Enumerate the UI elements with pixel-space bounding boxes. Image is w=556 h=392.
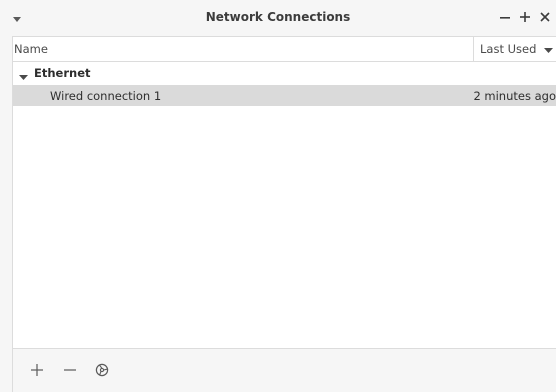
add-icon[interactable] [28, 361, 46, 379]
connection-row-wired-1[interactable]: Wired connection 1 2 minutes ago [13, 85, 556, 106]
network-connections-window: Network Connections Name Last Used Ether [0, 0, 556, 392]
sort-descending-icon [544, 43, 554, 57]
window-title: Network Connections [205, 10, 351, 24]
list-header: Name Last Used [13, 37, 556, 62]
column-header-name[interactable]: Name [14, 42, 48, 56]
connection-last-used: 2 minutes ago [473, 89, 556, 103]
column-header-last-used[interactable]: Last Used [473, 37, 556, 61]
gear-icon[interactable] [93, 361, 111, 379]
expander-open-icon[interactable] [19, 70, 28, 84]
remove-icon[interactable] [61, 361, 79, 379]
column-header-last-used-label: Last Used [480, 42, 537, 56]
connection-name: Wired connection 1 [50, 89, 162, 103]
connection-list[interactable]: Name Last Used Ethernet Wired connection… [12, 36, 556, 348]
group-row-ethernet[interactable]: Ethernet [13, 64, 556, 84]
minimize-icon[interactable] [498, 10, 512, 24]
maximize-icon[interactable] [518, 10, 532, 24]
bottom-toolbar [12, 348, 556, 392]
titlebar[interactable]: Network Connections [0, 0, 556, 36]
group-label: Ethernet [34, 66, 91, 80]
close-icon[interactable] [538, 10, 552, 24]
